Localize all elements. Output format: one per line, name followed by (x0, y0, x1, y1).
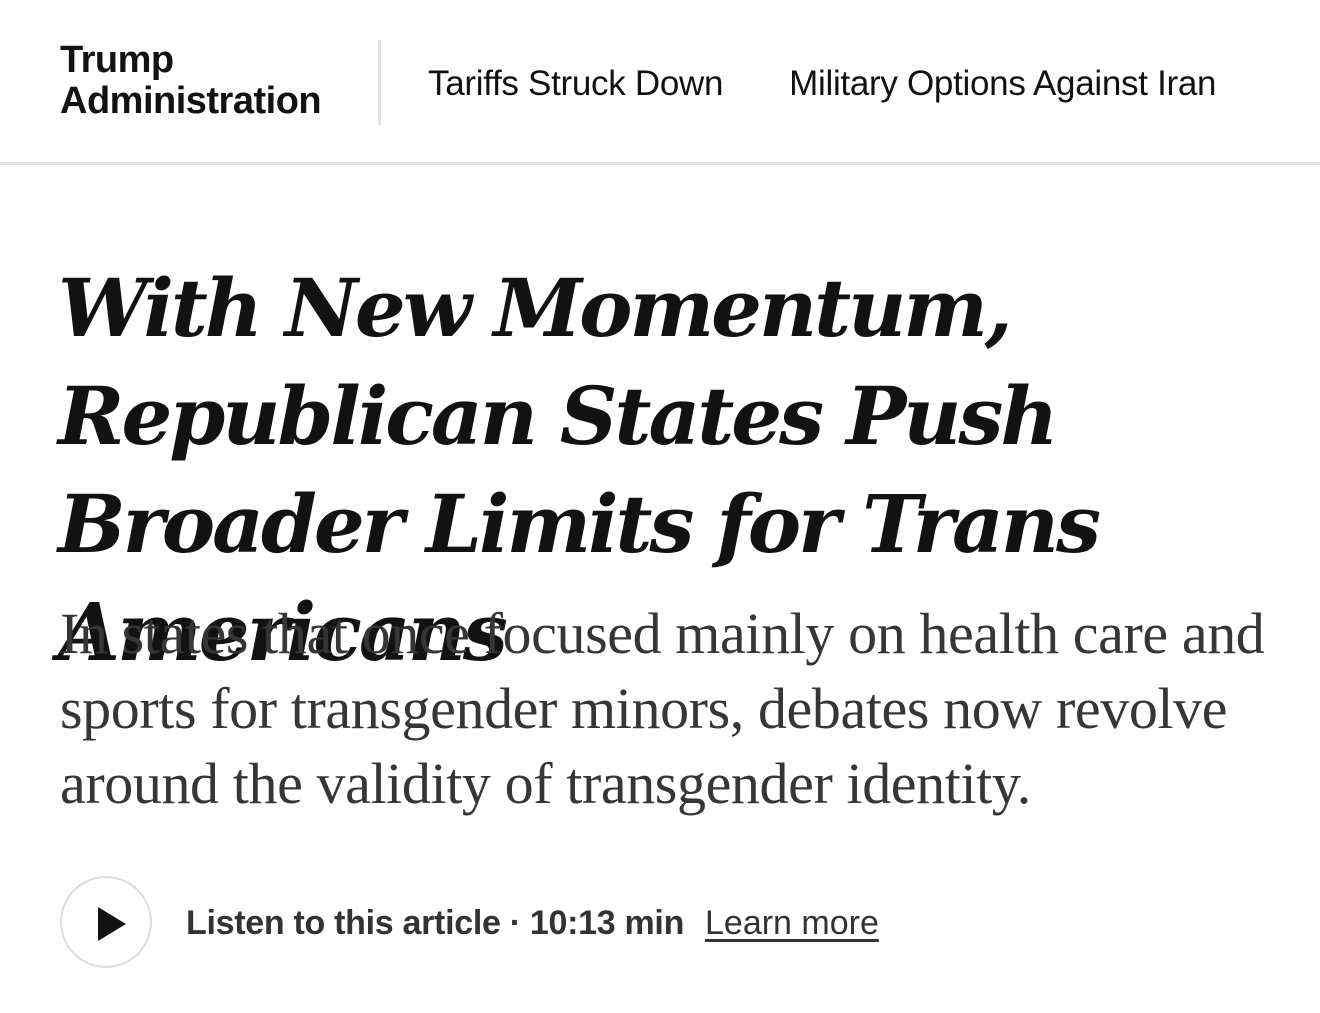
listen-label: Listen to this article · 10:13 min (186, 904, 685, 942)
nav-link-tariffs[interactable]: Tariffs Struck Down (428, 62, 723, 106)
learn-more-link[interactable]: Learn more (705, 902, 879, 944)
nav-divider (378, 40, 381, 125)
article-summary: In states that once focused mainly on he… (60, 601, 1265, 816)
nav-links: Tariffs Struck Down Military Options Agai… (428, 62, 1320, 110)
top-navigation: Trump Administration Tariffs Struck Down… (0, 0, 1320, 165)
play-icon (98, 907, 126, 941)
section-title[interactable]: Trump Administration (60, 39, 322, 122)
nav-fade-overlay (1210, 62, 1320, 110)
section-title-line2: Administration (60, 80, 322, 122)
audio-player-bar: Listen to this article · 10:13 min Learn… (60, 876, 1260, 972)
nav-link-iran[interactable]: Military Options Against Iran (789, 62, 1216, 106)
section-title-line1: Trump (60, 39, 174, 81)
play-button[interactable] (60, 876, 152, 968)
